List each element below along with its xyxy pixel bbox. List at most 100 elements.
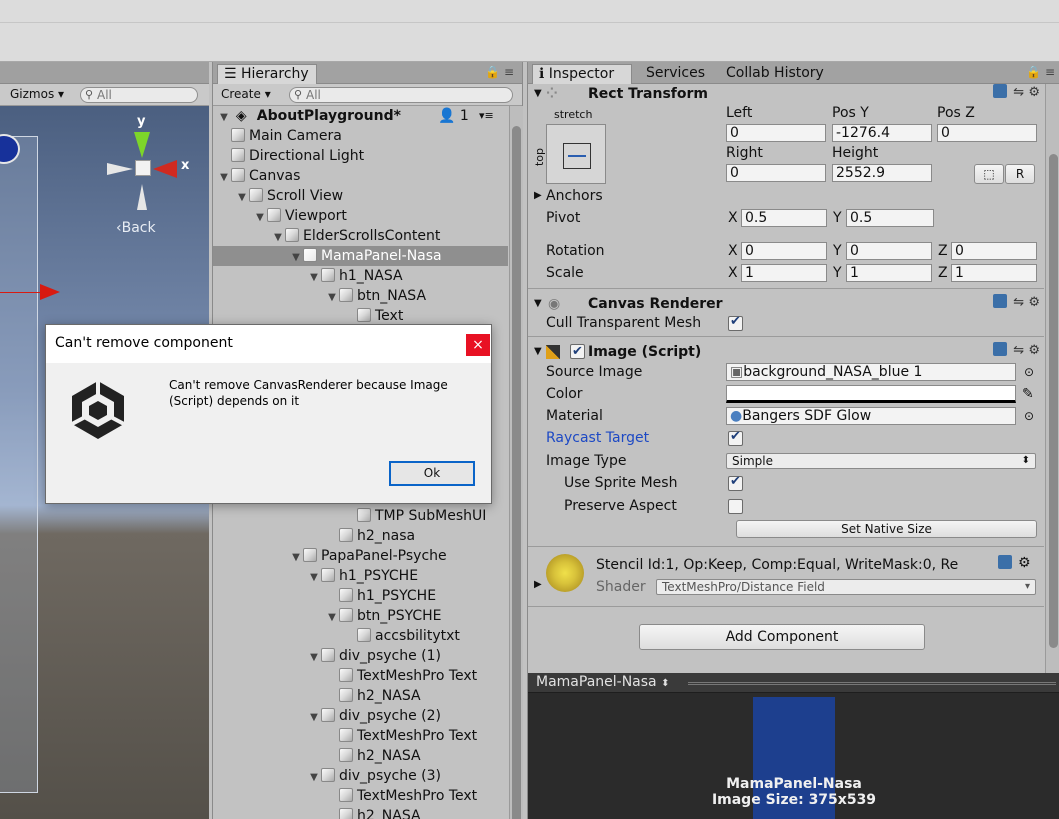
posy-field[interactable]: -1276.4 bbox=[832, 124, 932, 142]
hierarchy-row[interactable]: ▼ ElderScrollsContent bbox=[213, 226, 508, 246]
expand-arrow-icon[interactable]: ▼ bbox=[307, 708, 321, 728]
preset-icon[interactable]: ⇋ bbox=[1013, 343, 1024, 358]
rot-x-field[interactable]: 0 bbox=[741, 242, 827, 260]
source-image-field[interactable]: ▣background_NASA_blue 1 bbox=[726, 363, 1016, 381]
hierarchy-row[interactable]: ▼ Scroll View bbox=[213, 186, 508, 206]
height-field[interactable]: 2552.9 bbox=[832, 164, 932, 182]
image-header[interactable]: ▼ Image (Script) bbox=[528, 342, 1044, 362]
shader-dropdown[interactable]: TextMeshPro/Distance Field ▾ bbox=[656, 579, 1036, 595]
image-enabled-checkbox[interactable] bbox=[570, 342, 585, 362]
tab-collab-history[interactable]: Collab History bbox=[726, 65, 824, 81]
expand-arrow-icon[interactable]: ▼ bbox=[325, 288, 339, 308]
collapse-arrow-icon[interactable]: ▼ bbox=[534, 342, 542, 362]
preset-icon[interactable]: ⇋ bbox=[1013, 295, 1024, 310]
gear-icon[interactable]: ⚙ bbox=[1028, 343, 1040, 358]
create-dropdown[interactable]: Create ▾ bbox=[221, 87, 271, 101]
expand-arrow-icon[interactable]: ▼ bbox=[307, 648, 321, 668]
scene-menu-icon[interactable]: ▾≡ bbox=[479, 106, 494, 126]
hierarchy-row[interactable]: Directional Light bbox=[213, 146, 508, 166]
hierarchy-row[interactable]: accsbilitytxt bbox=[213, 626, 508, 646]
right-field[interactable]: 0 bbox=[726, 164, 826, 182]
expand-arrow-icon[interactable]: ▼ bbox=[289, 548, 303, 568]
help-icon[interactable] bbox=[993, 294, 1008, 308]
anchor-presets-button[interactable] bbox=[546, 124, 606, 184]
hierarchy-row[interactable]: ▼ btn_NASA bbox=[213, 286, 508, 306]
panel-lock-icon[interactable]: 🔒 ≡ bbox=[1026, 65, 1055, 79]
hierarchy-row[interactable]: Text bbox=[213, 306, 508, 326]
material-expand-icon[interactable]: ▶ bbox=[534, 576, 542, 594]
hierarchy-row[interactable]: TextMeshPro Text bbox=[213, 666, 508, 686]
collab-user-icon[interactable]: 👤 1 bbox=[438, 106, 469, 126]
hierarchy-row[interactable]: h2_NASA bbox=[213, 806, 508, 819]
inspector-scroll-thumb[interactable] bbox=[1049, 154, 1058, 648]
hierarchy-row[interactable]: ▼ h1_PSYCHE bbox=[213, 566, 508, 586]
pivot-y-field[interactable]: 0.5 bbox=[846, 209, 934, 227]
use-sprite-mesh-checkbox[interactable] bbox=[728, 474, 743, 491]
collapse-arrow-icon[interactable]: ▼ bbox=[534, 84, 542, 104]
back-view-label[interactable]: ‹Back bbox=[116, 220, 156, 236]
scale-y-field[interactable]: 1 bbox=[846, 264, 932, 282]
raycast-target-checkbox[interactable] bbox=[728, 429, 743, 446]
hierarchy-row[interactable]: TextMeshPro Text bbox=[213, 786, 508, 806]
hierarchy-row[interactable]: h1_PSYCHE bbox=[213, 586, 508, 606]
expand-arrow-icon[interactable]: ▼ bbox=[235, 188, 249, 208]
hierarchy-scrollbar[interactable] bbox=[509, 106, 523, 819]
set-native-size-button[interactable]: Set Native Size bbox=[736, 520, 1037, 538]
pivot-x-field[interactable]: 0.5 bbox=[741, 209, 827, 227]
hierarchy-row[interactable]: TextMeshPro Text bbox=[213, 726, 508, 746]
expand-arrow-icon[interactable]: ▼ bbox=[217, 168, 231, 188]
gear-icon[interactable]: ⚙ bbox=[1028, 295, 1040, 310]
rot-z-field[interactable]: 0 bbox=[951, 242, 1037, 260]
color-field[interactable] bbox=[726, 385, 1016, 403]
rot-y-field[interactable]: 0 bbox=[846, 242, 932, 260]
scene-search-input[interactable]: ⚲ All bbox=[80, 87, 198, 103]
raw-edit-button[interactable]: R bbox=[1005, 164, 1035, 184]
scene-root-row[interactable]: ▼ ◈ AboutPlayground* 👤 1 ▾≡ bbox=[213, 106, 508, 126]
hierarchy-search-input[interactable]: ⚲ All bbox=[289, 87, 513, 103]
object-picker-icon[interactable]: ⊙ bbox=[1024, 363, 1034, 381]
tab-services[interactable]: Services bbox=[646, 65, 705, 81]
expand-arrow-icon[interactable]: ▼ bbox=[307, 268, 321, 288]
preview-object-name[interactable]: MamaPanel-Nasa ⬍ bbox=[536, 674, 669, 690]
hierarchy-row[interactable]: ▼ div_psyche (3) bbox=[213, 766, 508, 786]
help-icon[interactable] bbox=[993, 84, 1008, 98]
hierarchy-row[interactable]: h2_NASA bbox=[213, 746, 508, 766]
rect-transform-header[interactable]: ▼ ⁘ Rect Transform bbox=[528, 84, 1044, 104]
canvas-renderer-header[interactable]: ▼ ◉ Canvas Renderer bbox=[528, 294, 1044, 314]
material-field[interactable]: ●Bangers SDF Glow bbox=[726, 407, 1016, 425]
scale-x-field[interactable]: 1 bbox=[741, 264, 827, 282]
tab-hierarchy[interactable]: ☰ Hierarchy bbox=[217, 64, 317, 84]
panel-lock-icon[interactable]: 🔒 ≡ bbox=[485, 65, 514, 79]
expand-arrow-icon[interactable]: ▼ bbox=[253, 208, 267, 228]
anchors-expand-icon[interactable]: ▶ bbox=[534, 187, 542, 205]
anchors-label[interactable]: Anchors bbox=[546, 187, 603, 205]
hierarchy-row[interactable]: ▼ MamaPanel-Nasa bbox=[213, 246, 508, 266]
hierarchy-scroll-thumb[interactable] bbox=[512, 126, 521, 819]
hierarchy-row[interactable]: ▼ btn_PSYCHE bbox=[213, 606, 508, 626]
image-type-dropdown[interactable]: Simple ⬍ bbox=[726, 453, 1036, 469]
expand-arrow-icon[interactable]: ▼ bbox=[307, 768, 321, 788]
eyedropper-icon[interactable]: ✎ bbox=[1022, 385, 1034, 403]
scale-z-field[interactable]: 1 bbox=[951, 264, 1037, 282]
hierarchy-row[interactable]: ▼ Canvas bbox=[213, 166, 508, 186]
help-icon[interactable] bbox=[993, 342, 1008, 356]
expand-arrow-icon[interactable]: ▼ bbox=[307, 568, 321, 588]
help-icon[interactable] bbox=[998, 555, 1012, 569]
hierarchy-row[interactable]: Main Camera bbox=[213, 126, 508, 146]
hierarchy-row[interactable]: ▼ div_psyche (2) bbox=[213, 706, 508, 726]
gizmos-dropdown[interactable]: Gizmos ▾ bbox=[10, 87, 64, 101]
preset-icon[interactable]: ⇋ bbox=[1013, 85, 1024, 100]
dialog-close-button[interactable]: × bbox=[466, 334, 490, 356]
preserve-aspect-checkbox[interactable] bbox=[728, 499, 743, 514]
hierarchy-row[interactable]: ▼ Viewport bbox=[213, 206, 508, 226]
gizmo-y-axis[interactable] bbox=[134, 132, 150, 158]
expand-arrow-icon[interactable]: ▼ bbox=[289, 248, 303, 268]
hierarchy-row[interactable]: ▼ div_psyche (1) bbox=[213, 646, 508, 666]
hierarchy-row[interactable]: ▼ PapaPanel-Psyche bbox=[213, 546, 508, 566]
tab-inspector[interactable]: ℹ Inspector bbox=[532, 64, 632, 84]
posz-field[interactable]: 0 bbox=[937, 124, 1037, 142]
blueprint-mode-button[interactable]: ⬚ bbox=[974, 164, 1004, 184]
cull-checkbox[interactable] bbox=[728, 314, 743, 331]
expand-arrow-icon[interactable]: ▼ bbox=[217, 108, 231, 128]
preview-header[interactable]: MamaPanel-Nasa ⬍ bbox=[528, 673, 1059, 693]
